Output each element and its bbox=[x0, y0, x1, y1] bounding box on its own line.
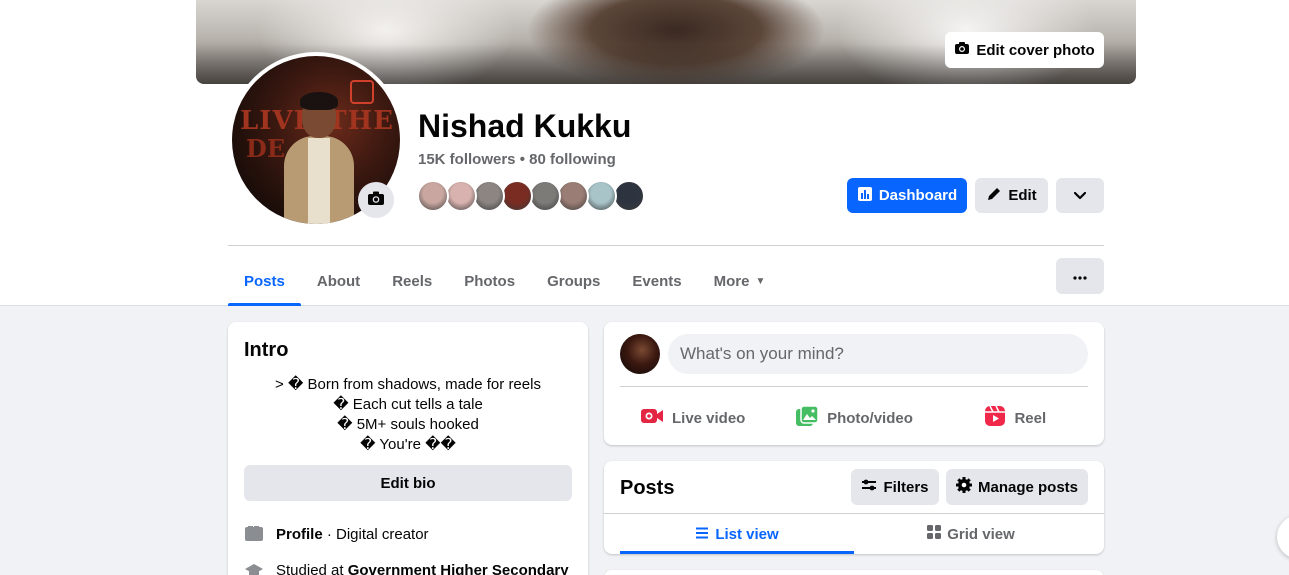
caret-down-icon: ▼ bbox=[755, 275, 766, 287]
ellipsis-icon bbox=[1073, 267, 1087, 285]
profile-label: Profile bbox=[276, 525, 323, 543]
flag-icon bbox=[244, 524, 264, 544]
bio-line: � You're �� bbox=[360, 436, 456, 453]
gear-icon bbox=[955, 477, 972, 497]
studied-prefix: Studied at bbox=[276, 561, 348, 575]
posts-title: Posts bbox=[620, 477, 675, 499]
dashboard-button[interactable]: Dashboard bbox=[847, 178, 967, 213]
profile-name: Nishad Kukku bbox=[418, 108, 632, 144]
bio-line: � Each cut tells a tale bbox=[333, 396, 483, 413]
header-divider bbox=[228, 245, 1104, 246]
friend-avatar[interactable] bbox=[473, 180, 505, 212]
camera-icon bbox=[366, 188, 386, 213]
followers-count[interactable]: 15K followers • 80 following bbox=[418, 151, 616, 168]
profile-category-row: Profile · Digital creator bbox=[244, 524, 429, 544]
profile-value: · Digital creator bbox=[322, 525, 429, 543]
composer-avatar[interactable] bbox=[620, 334, 660, 374]
tab-about-label: About bbox=[316, 272, 361, 290]
bio-text: > � Born from shadows, made for reels � … bbox=[244, 375, 572, 455]
manage-posts-label: Manage posts bbox=[977, 478, 1079, 496]
friend-avatar[interactable] bbox=[445, 180, 477, 212]
friend-avatar[interactable] bbox=[613, 180, 645, 212]
reel-icon bbox=[984, 405, 1006, 431]
friend-avatar[interactable] bbox=[557, 180, 589, 212]
filters-button[interactable]: Filters bbox=[851, 469, 939, 505]
friend-avatar[interactable] bbox=[585, 180, 617, 212]
floating-chat-button[interactable] bbox=[1277, 515, 1289, 559]
whats-on-your-mind-input[interactable]: What's on your mind? bbox=[668, 334, 1088, 374]
camera-icon bbox=[954, 40, 970, 60]
edit-cover-photo-button[interactable]: Edit cover photo bbox=[945, 32, 1104, 68]
intro-card: Intro > � Born from shadows, made for re… bbox=[228, 322, 588, 575]
edit-bio-button[interactable]: Edit bio bbox=[244, 465, 572, 501]
filters-label: Filters bbox=[883, 478, 929, 496]
photo-video-button[interactable]: Photo/video bbox=[773, 398, 934, 438]
live-video-button[interactable]: Live video bbox=[612, 398, 773, 438]
dashboard-label: Dashboard bbox=[878, 187, 958, 204]
composer-divider bbox=[620, 386, 1088, 387]
edit-label: Edit bbox=[1008, 187, 1037, 204]
avatar-text-bottom: DE bbox=[246, 134, 286, 163]
bio-line: > � Born from shadows, made for reels bbox=[275, 376, 541, 393]
tab-groups-label: Groups bbox=[547, 272, 601, 290]
manage-posts-button[interactable]: Manage posts bbox=[946, 469, 1088, 505]
grid-view-tab[interactable]: Grid view bbox=[854, 514, 1088, 554]
live-video-label: Live video bbox=[671, 409, 746, 427]
composer-placeholder: What's on your mind? bbox=[680, 344, 844, 363]
graduation-cap-icon bbox=[244, 560, 264, 575]
tab-events[interactable]: Events bbox=[616, 256, 697, 306]
tab-more[interactable]: More ▼ bbox=[698, 256, 782, 306]
friends-avatars-row bbox=[417, 180, 645, 212]
reel-label: Reel bbox=[1014, 409, 1047, 427]
grid-view-label: Grid view bbox=[947, 525, 1015, 543]
friend-avatar[interactable] bbox=[529, 180, 561, 212]
list-icon bbox=[695, 526, 709, 543]
post-composer: What's on your mind? Live video Photo/vi… bbox=[604, 322, 1104, 445]
tabs-more-options-button[interactable] bbox=[1056, 258, 1104, 294]
update-profile-picture-button[interactable] bbox=[358, 182, 394, 218]
list-view-label: List view bbox=[715, 525, 779, 543]
posts-card: Posts Filters Manage posts List view Gri… bbox=[604, 461, 1104, 554]
tab-groups[interactable]: Groups bbox=[531, 256, 616, 306]
edit-profile-button[interactable]: Edit bbox=[975, 178, 1048, 213]
reel-button[interactable]: Reel bbox=[935, 398, 1096, 438]
intro-title: Intro bbox=[244, 339, 289, 361]
profile-more-options-button[interactable] bbox=[1056, 178, 1104, 213]
tab-posts-label: Posts bbox=[244, 272, 285, 290]
edit-cover-photo-label: Edit cover photo bbox=[976, 41, 1095, 59]
video-camera-icon bbox=[640, 407, 664, 429]
list-view-tab[interactable]: List view bbox=[620, 514, 854, 554]
tab-posts[interactable]: Posts bbox=[228, 256, 301, 306]
tab-events-label: Events bbox=[632, 272, 682, 290]
next-post-card bbox=[604, 570, 1104, 575]
tab-more-label: More bbox=[713, 272, 750, 290]
profile-tabs: Posts About Reels Photos Groups Events M… bbox=[228, 256, 781, 306]
bio-line: � 5M+ souls hooked bbox=[337, 416, 479, 433]
tab-reels[interactable]: Reels bbox=[376, 256, 448, 306]
tab-photos[interactable]: Photos bbox=[448, 256, 531, 306]
chevron-down-icon bbox=[1073, 187, 1087, 205]
education-row: Studied at Government Higher Secondary bbox=[244, 560, 569, 575]
photo-video-label: Photo/video bbox=[827, 409, 913, 427]
photo-icon bbox=[795, 405, 819, 431]
grid-icon bbox=[927, 525, 942, 543]
tab-reels-label: Reels bbox=[392, 272, 433, 290]
school-name[interactable]: Government Higher Secondary bbox=[348, 562, 569, 575]
friend-avatar[interactable] bbox=[417, 180, 449, 212]
sliders-icon bbox=[861, 478, 877, 496]
tab-photos-label: Photos bbox=[464, 272, 516, 290]
composer-actions: Live video Photo/video Reel bbox=[612, 398, 1096, 438]
pencil-icon bbox=[986, 186, 1002, 206]
edit-bio-label: Edit bio bbox=[380, 474, 436, 492]
tab-about[interactable]: About bbox=[301, 256, 376, 306]
chart-icon bbox=[857, 186, 873, 206]
friend-avatar[interactable] bbox=[501, 180, 533, 212]
